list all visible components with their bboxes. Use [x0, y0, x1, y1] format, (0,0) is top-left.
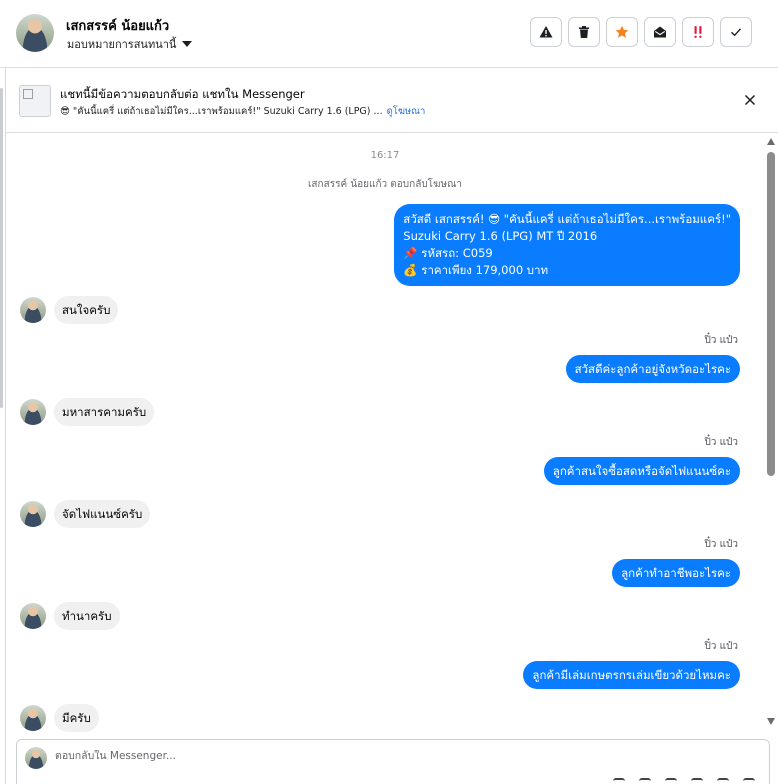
contact-name[interactable]: เสกสรรค์ น้อยแก้ว — [66, 15, 169, 36]
contact-avatar-small — [20, 399, 46, 425]
message-thread[interactable]: 16:17 เสกสรรค์ น้อยแก้ว ตอบกลับโฆษณา สวั… — [6, 134, 764, 734]
close-icon[interactable] — [742, 92, 758, 108]
left-panel-scroll-indicator[interactable] — [0, 88, 3, 408]
sender-name: ปิ๋ว แป๋ว — [704, 335, 738, 346]
ad-thumbnail-image — [19, 85, 51, 117]
reply-composer — [16, 739, 770, 784]
welcome-line: Suzuki Carry 1.6 (LPG) MT ปี 2016 — [403, 229, 598, 243]
incoming-message-bubble[interactable]: ทำนาครับ — [54, 602, 120, 630]
reply-input[interactable] — [55, 750, 655, 762]
report-spam-button[interactable] — [530, 17, 562, 47]
ad-banner-subtitle-text: 😎 "คันนี้แครี่ แต่ถ้าเธอไม่มีใคร...เราพร… — [60, 106, 383, 117]
warning-icon — [539, 26, 553, 38]
follow-up-button[interactable] — [682, 17, 714, 47]
outgoing-message-bubble[interactable]: ลูกค้าทำอาชีพอะไรคะ — [612, 559, 740, 587]
incoming-message-bubble[interactable]: มหาสารคามครับ — [54, 398, 155, 426]
contact-avatar-small — [20, 297, 46, 323]
incoming-message-bubble[interactable]: จัดไฟแนนซ์ครับ — [54, 500, 151, 528]
sender-name: ปิ๋ว แป๋ว — [704, 437, 738, 448]
welcome-message-bubble[interactable]: สวัสดี เสกสรรค์! 😎 "คันนี้แครี่ แต่ถ้าเธ… — [394, 204, 740, 286]
messenger-inbox-page: เสกสรรค์ น้อยแก้ว มอบหมายการสนทนานี้ แชท… — [0, 0, 778, 784]
view-ad-link[interactable]: ดูโฆษณา — [387, 106, 426, 117]
system-message: เสกสรรค์ น้อยแก้ว ตอบกลับโฆษณา — [308, 179, 462, 190]
chevron-down-icon — [182, 41, 193, 47]
toolbar-tool-icon[interactable] — [743, 778, 755, 784]
sender-name: ปิ๋ว แป๋ว — [704, 641, 738, 652]
conversation-actions — [530, 17, 752, 47]
outgoing-message-bubble[interactable]: ลูกค้ามีเล่มเกษตรกรเล่มเขียวด้วยไหมคะ — [523, 661, 740, 689]
star-button[interactable] — [606, 17, 638, 47]
sender-name: ปิ๋ว แป๋ว — [704, 539, 738, 550]
welcome-line: สวัสดี เสกสรรค์! 😎 "คันนี้แครี่ แต่ถ้าเธ… — [403, 212, 731, 226]
delete-button[interactable] — [568, 17, 600, 47]
toolbar-tool-icon[interactable] — [613, 778, 625, 784]
scroll-up-arrow-icon[interactable] — [767, 138, 775, 145]
composer-toolbar — [613, 778, 755, 784]
envelope-open-icon — [654, 26, 666, 38]
ad-banner-title: แชทนี้มีข้อความตอบกลับต่อ แชทใน Messenge… — [60, 87, 305, 101]
check-icon — [731, 28, 742, 37]
toolbar-tool-icon[interactable] — [639, 778, 651, 784]
contact-avatar[interactable] — [16, 14, 54, 52]
toolbar-tool-icon[interactable] — [691, 778, 703, 784]
ad-banner-subtitle: 😎 "คันนี้แครี่ แต่ถ้าเธอไม่มีใคร...เราพร… — [60, 104, 425, 119]
welcome-line: 💰 ราคาเพียง 179,000 บาท — [403, 263, 549, 277]
scrollbar-thumb[interactable] — [767, 152, 775, 476]
trash-icon — [579, 26, 589, 38]
contact-avatar-small — [20, 705, 46, 731]
page-avatar — [25, 747, 47, 769]
double-exclamation-icon — [694, 26, 702, 38]
assign-conversation-label: มอบหมายการสนทนานี้ — [67, 38, 177, 51]
toolbar-tool-icon[interactable] — [717, 778, 729, 784]
welcome-line: 📌 รหัสรถ: C059 — [403, 246, 493, 260]
contact-avatar-small — [20, 501, 46, 527]
star-icon — [615, 25, 629, 38]
assign-conversation-dropdown[interactable]: มอบหมายการสนทนานี้ — [67, 35, 193, 53]
mark-unread-button[interactable] — [644, 17, 676, 47]
scroll-down-arrow-icon[interactable] — [767, 718, 775, 725]
contact-avatar-small — [20, 603, 46, 629]
incoming-message-bubble[interactable]: มีครับ — [54, 704, 99, 732]
conversation-header: เสกสรรค์ น้อยแก้ว มอบหมายการสนทนานี้ — [0, 0, 778, 68]
ad-reply-banner: แชทนี้มีข้อความตอบกลับต่อ แชทใน Messenge… — [6, 69, 778, 133]
incoming-message-bubble[interactable]: สนใจครับ — [54, 296, 119, 324]
toolbar-tool-icon[interactable] — [665, 778, 677, 784]
outgoing-message-bubble[interactable]: สวัสดีค่ะลูกค้าอยู่จังหวัดอะไรคะ — [565, 355, 740, 383]
mark-done-button[interactable] — [720, 17, 752, 47]
outgoing-message-bubble[interactable]: ลูกค้าสนใจซื้อสดหรือจัดไฟแนนซ์คะ — [543, 457, 740, 485]
message-timestamp: 16:17 — [370, 150, 400, 161]
